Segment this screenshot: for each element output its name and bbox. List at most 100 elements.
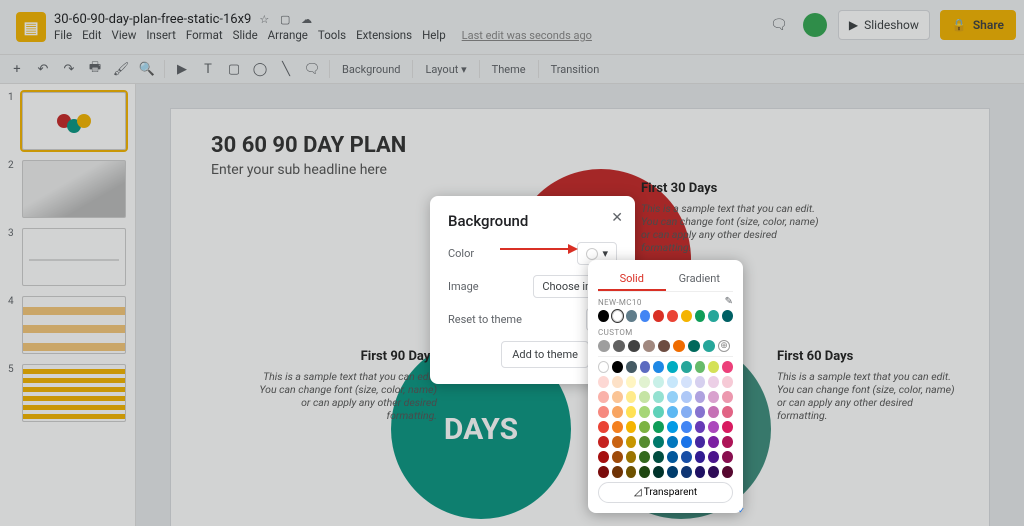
color-swatch[interactable] (626, 361, 637, 373)
color-swatch[interactable] (598, 421, 609, 433)
color-swatch[interactable] (612, 421, 623, 433)
tab-gradient[interactable]: Gradient (666, 268, 734, 291)
color-swatch[interactable] (612, 391, 623, 403)
color-swatch[interactable] (653, 361, 664, 373)
color-swatch[interactable] (612, 376, 623, 388)
color-swatch[interactable] (653, 310, 664, 322)
color-swatch[interactable] (653, 421, 664, 433)
color-swatch[interactable] (612, 451, 623, 463)
add-to-theme-button[interactable]: Add to theme (501, 341, 589, 368)
color-swatch[interactable] (703, 340, 715, 352)
color-swatch[interactable] (626, 406, 637, 418)
color-swatch[interactable] (708, 376, 719, 388)
color-swatch[interactable] (640, 310, 651, 322)
color-swatch[interactable] (667, 436, 678, 448)
color-swatch[interactable] (722, 451, 733, 463)
color-swatch[interactable] (612, 466, 623, 478)
color-swatch[interactable] (695, 376, 706, 388)
color-swatch[interactable] (681, 391, 692, 403)
edit-theme-icon[interactable]: ✎ (725, 296, 733, 307)
color-swatch[interactable] (695, 310, 706, 322)
color-swatch[interactable] (681, 451, 692, 463)
color-swatch[interactable] (708, 466, 719, 478)
color-swatch[interactable] (598, 436, 609, 448)
color-swatch[interactable] (598, 361, 609, 373)
color-swatch[interactable] (626, 466, 637, 478)
color-swatch[interactable] (598, 310, 609, 322)
color-swatch[interactable] (708, 361, 719, 373)
color-swatch[interactable] (639, 436, 650, 448)
color-swatch[interactable] (681, 421, 692, 433)
color-swatch[interactable] (667, 421, 678, 433)
color-swatch[interactable] (688, 340, 700, 352)
color-swatch[interactable] (695, 391, 706, 403)
color-swatch[interactable] (628, 340, 640, 352)
color-swatch[interactable] (612, 361, 623, 373)
color-swatch[interactable] (639, 406, 650, 418)
color-swatch[interactable] (667, 376, 678, 388)
transparent-button[interactable]: ◿ Transparent (598, 482, 733, 503)
color-swatch[interactable] (598, 406, 609, 418)
color-swatch[interactable] (722, 436, 733, 448)
color-swatch[interactable] (722, 466, 733, 478)
color-swatch[interactable] (598, 466, 609, 478)
color-swatch[interactable] (681, 361, 692, 373)
color-swatch[interactable] (708, 391, 719, 403)
color-swatch[interactable] (695, 421, 706, 433)
color-swatch[interactable] (722, 376, 733, 388)
color-swatch[interactable] (653, 376, 664, 388)
color-swatch[interactable] (681, 310, 692, 322)
color-swatch[interactable] (598, 340, 610, 352)
color-swatch[interactable] (708, 436, 719, 448)
color-swatch[interactable] (639, 421, 650, 433)
color-swatch[interactable] (722, 391, 733, 403)
color-swatch[interactable] (626, 376, 637, 388)
color-swatch[interactable] (639, 391, 650, 403)
close-icon[interactable]: ✕ (611, 210, 623, 226)
color-swatch[interactable] (639, 466, 650, 478)
color-swatch[interactable] (653, 466, 664, 478)
color-swatch[interactable] (639, 376, 650, 388)
color-swatch[interactable] (667, 406, 678, 418)
color-swatch[interactable] (708, 406, 719, 418)
color-swatch[interactable] (667, 466, 678, 478)
color-swatch[interactable] (612, 406, 623, 418)
color-swatch[interactable] (667, 391, 678, 403)
tab-solid[interactable]: Solid (598, 268, 666, 291)
color-swatch[interactable] (613, 340, 625, 352)
color-swatch[interactable] (695, 436, 706, 448)
color-swatch[interactable] (626, 436, 637, 448)
color-swatch[interactable] (722, 406, 733, 418)
color-swatch[interactable] (653, 406, 664, 418)
color-swatch[interactable] (626, 451, 637, 463)
color-swatch[interactable] (653, 451, 664, 463)
color-swatch[interactable] (667, 310, 678, 322)
color-swatch[interactable] (658, 340, 670, 352)
color-swatch[interactable] (643, 340, 655, 352)
color-swatch[interactable] (708, 421, 719, 433)
color-swatch[interactable] (667, 361, 678, 373)
color-swatch[interactable] (626, 391, 637, 403)
color-swatch[interactable] (695, 406, 706, 418)
color-swatch[interactable] (695, 361, 706, 373)
color-swatch[interactable] (695, 451, 706, 463)
color-swatch[interactable] (681, 376, 692, 388)
color-swatch[interactable] (681, 466, 692, 478)
color-swatch[interactable] (626, 310, 637, 322)
color-swatch[interactable] (673, 340, 685, 352)
color-swatch[interactable] (722, 310, 733, 322)
color-swatch[interactable] (639, 451, 650, 463)
color-swatch[interactable] (667, 451, 678, 463)
color-swatch[interactable] (708, 451, 719, 463)
color-swatch[interactable] (612, 436, 623, 448)
color-swatch[interactable] (598, 391, 609, 403)
color-swatch[interactable] (681, 406, 692, 418)
color-swatch[interactable] (722, 421, 733, 433)
color-swatch[interactable] (722, 361, 733, 373)
color-swatch[interactable] (598, 451, 609, 463)
color-swatch[interactable] (681, 436, 692, 448)
color-swatch[interactable] (612, 310, 623, 322)
add-custom-color[interactable]: ⊕ (718, 340, 730, 352)
color-swatch[interactable] (708, 310, 719, 322)
color-swatch[interactable] (598, 376, 609, 388)
